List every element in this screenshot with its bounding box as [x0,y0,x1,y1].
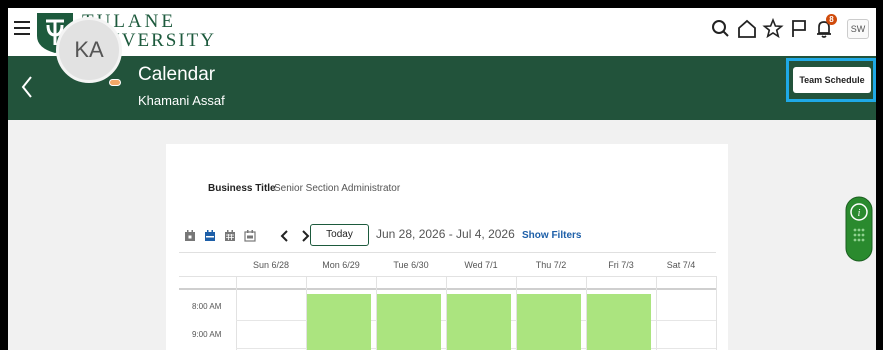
day-header-tue: Tue 6/30 [393,260,429,270]
page-banner: Calendar Khamani Assaf [8,56,876,120]
business-title-label: Business Title [208,183,276,194]
week-view-icon[interactable] [204,230,216,242]
day-header-thu: Thu 7/2 [535,260,567,270]
avatar[interactable]: KA [56,17,122,83]
presence-status-indicator [109,79,121,86]
column-divider [236,276,237,350]
team-schedule-button[interactable]: Team Schedule [793,67,871,93]
column-divider [656,276,657,350]
day-view-icon[interactable] [184,230,196,242]
calendar-card: Business Title Senior Section Administra… [166,144,728,350]
app-frame: TULANE UNIVERSITY 8 SW Calendar Khamani … [8,8,876,350]
page-title: Calendar [138,64,216,85]
user-menu-button[interactable]: SW [847,19,869,39]
back-arrow-icon[interactable] [20,74,34,100]
menu-icon[interactable] [14,21,30,37]
day-header-wed: Wed 7/1 [464,260,498,270]
busy-block-thu[interactable] [517,294,581,350]
time-label-8am: 8:00 AM [192,302,222,311]
busy-block-mon[interactable] [307,294,371,350]
next-week-icon[interactable] [300,230,310,242]
busy-block-fri[interactable] [587,294,651,350]
star-icon[interactable] [762,17,784,41]
person-name: Khamani Assaf [138,93,225,108]
notification-count-badge: 8 [826,14,837,25]
date-range-label: Jun 28, 2026 - Jul 4, 2026 [376,227,515,241]
search-icon[interactable] [710,17,732,41]
floating-help-widget[interactable]: i [845,196,873,262]
month-view-icon[interactable] [224,230,236,242]
previous-week-icon[interactable] [280,230,290,242]
show-filters-link[interactable]: Show Filters [522,230,581,241]
busy-block-tue[interactable] [377,294,441,350]
svg-text:i: i [858,208,861,219]
flag-icon[interactable] [788,17,810,41]
all-day-row [179,276,716,290]
grid-divider [179,252,716,253]
notifications-button[interactable]: 8 [814,14,837,41]
column-divider [716,276,717,350]
day-header-mon: Mon 6/29 [322,260,360,270]
busy-block-wed[interactable] [447,294,511,350]
today-button[interactable]: Today [310,224,369,246]
home-icon[interactable] [736,17,758,41]
top-navigation-bar: TULANE UNIVERSITY 8 SW [8,8,876,56]
day-header-sun: Sun 6/28 [252,260,290,270]
agenda-view-icon[interactable] [244,230,256,242]
day-header-sat: Sat 7/4 [666,260,696,270]
time-label-9am: 9:00 AM [192,330,222,339]
business-title-value: Senior Section Administrator [274,183,401,194]
